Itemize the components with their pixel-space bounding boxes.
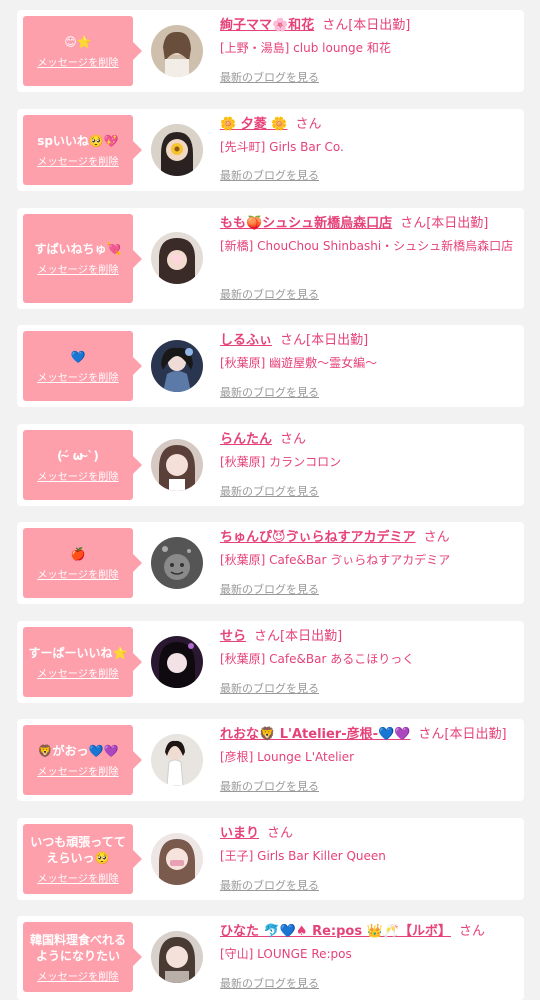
san-suffix: さん [423,530,450,545]
message-text: 🍎 [70,546,86,561]
list-item: spいいね🥺💖 メッセージを削除 🌼 夕菱 🌼 さん [先斗町] Girls Ba… [17,109,524,191]
delete-message-link[interactable]: メッセージを削除 [37,261,118,276]
avatar[interactable] [151,25,203,77]
blog-link[interactable]: 最新のブログを見る [220,975,319,991]
store-info: [先斗町] Girls Bar Co. [220,140,344,154]
message-text: 韓国料理食べれる ようになりたい [29,932,126,963]
attendance-status: [本日出勤] [444,727,507,742]
list-item: すーぱーいいね⭐ メッセージを削除 せら さん[本日出勤] [秋葉原] Cafe&… [17,621,524,703]
message-bubble: 🍎 メッセージを削除 [23,528,142,598]
message-text: 😊⭐ [64,34,92,49]
store-info: [秋葉原] カランコロン [220,455,342,469]
blog-link[interactable]: 最新のブログを見る [220,286,319,302]
message-text: spいいね🥺💖 [37,133,119,148]
message-text: すーぱーいいね⭐ [28,645,128,660]
san-suffix: さん [400,216,427,231]
avatar[interactable] [151,340,203,392]
cast-name-link[interactable]: 🌼 夕菱 🌼 [220,117,287,132]
message-bubble: spいいね🥺💖 メッセージを削除 [23,115,142,185]
cast-name-link[interactable]: せら [220,629,246,644]
list-item: すぱいねちゅ💘 メッセージを削除 もも🍑シュシュ新橋烏森口店 さん[本日出勤] [… [17,208,524,309]
store-info: [秋葉原] Cafe&Bar ゔぃらねすアカデミア [220,553,451,567]
san-suffix: さん [280,432,307,447]
message-list: 😊⭐ メッセージを削除 絢子ママ🌸和花 さん[本日出勤] [上野・湯島] club… [0,0,540,1000]
store-info: [上野・湯島] club lounge 和花 [220,41,391,55]
message-bubble: 😊⭐ メッセージを削除 [23,16,142,86]
avatar[interactable] [151,439,203,491]
list-item: 💙 メッセージを削除 しるふぃ さん[本日出勤] [秋葉原] 幽遊屋敷〜霊女編〜 … [17,325,524,407]
delete-message-link[interactable]: メッセージを削除 [37,153,118,168]
attendance-status: [本日出勤] [306,333,369,348]
store-info: [王子] Girls Bar Killer Queen [220,849,386,863]
message-text: 💙 [70,349,86,364]
message-bubble: (´̴ ω ̴`) メッセージを削除 [23,430,142,500]
cast-name-link[interactable]: ちゅんぴ😈ゔぃらねすアカデミア [220,530,416,545]
cast-name-link[interactable]: らんたん [220,432,272,447]
cast-name-link[interactable]: 絢子ママ🌸和花 [220,18,314,33]
store-info: [彦根] Lounge L'Atelier [220,750,355,764]
cast-name-link[interactable]: しるふぃ [220,333,272,348]
message-bubble: すーぱーいいね⭐ メッセージを削除 [23,627,142,697]
store-info: [秋葉原] 幽遊屋敷〜霊女編〜 [220,356,378,370]
blog-link[interactable]: 最新のブログを見る [220,680,319,696]
blog-link[interactable]: 最新のブログを見る [220,483,319,499]
san-suffix: さん [418,727,445,742]
san-suffix: さん [280,333,307,348]
cast-name-link[interactable]: いまり [220,826,259,841]
list-item: 韓国料理食べれる ようになりたい メッセージを削除 ひなた 🐬💙♠ Re:pos… [17,916,524,1000]
blog-link[interactable]: 最新のブログを見る [220,877,319,893]
message-text: 🦁がおっ💙💜 [37,743,119,758]
blog-link[interactable]: 最新のブログを見る [220,384,319,400]
san-suffix: さん [295,117,322,132]
san-suffix: さん [458,924,485,939]
delete-message-link[interactable]: メッセージを削除 [37,763,118,778]
store-info: [秋葉原] Cafe&Bar あるこほりっく [220,652,415,666]
message-bubble: すぱいねちゅ💘 メッセージを削除 [23,214,142,303]
avatar[interactable] [151,124,203,176]
avatar[interactable] [151,636,203,688]
attendance-status: [本日出勤] [280,629,343,644]
message-bubble: 💙 メッセージを削除 [23,331,142,401]
delete-message-link[interactable]: メッセージを削除 [37,566,118,581]
store-info: [守山] LOUNGE Re:pos [220,947,352,961]
san-suffix: さん [322,18,349,33]
avatar[interactable] [151,232,203,284]
avatar[interactable] [151,931,203,983]
message-text: いつも頑張ってて えらいっ🥺 [30,834,126,865]
message-bubble: いつも頑張ってて えらいっ🥺 メッセージを削除 [23,824,142,894]
blog-link[interactable]: 最新のブログを見る [220,69,319,85]
cast-name-link[interactable]: もも🍑シュシュ新橋烏森口店 [220,216,392,231]
avatar[interactable] [151,537,203,589]
delete-message-link[interactable]: メッセージを削除 [37,665,118,680]
message-text: すぱいねちゅ💘 [34,242,122,256]
delete-message-link[interactable]: メッセージを削除 [37,468,118,483]
list-item: 😊⭐ メッセージを削除 絢子ママ🌸和花 さん[本日出勤] [上野・湯島] club… [17,10,524,92]
cast-name-link[interactable]: ひなた 🐬💙♠ Re:pos 👑🥂【ルボ】 [220,924,451,939]
avatar[interactable] [151,833,203,885]
list-item: 🍎 メッセージを削除 ちゅんぴ😈ゔぃらねすアカデミア さん [秋葉原] Cafe&… [17,522,524,604]
message-text: (´̴ ω ̴`) [57,448,99,463]
blog-link[interactable]: 最新のブログを見る [220,778,319,794]
san-suffix: さん [254,629,281,644]
message-bubble: 🦁がおっ💙💜 メッセージを削除 [23,725,142,795]
attendance-status: [本日出勤] [348,18,411,33]
san-suffix: さん [267,826,294,841]
list-item: 🦁がおっ💙💜 メッセージを削除 れおな🦁 L'Atelier-彦根-💙💜 さん[本… [17,719,524,801]
message-bubble: 韓国料理食べれる ようになりたい メッセージを削除 [23,922,142,992]
store-info: [新橋] ChouChou Shinbashi・シュシュ新橋烏森口店 [220,239,514,253]
blog-link[interactable]: 最新のブログを見る [220,581,319,597]
attendance-status: [本日出勤] [426,216,489,231]
blog-link[interactable]: 最新のブログを見る [220,167,319,183]
list-item: (´̴ ω ̴`) メッセージを削除 らんたん さん [秋葉原] カランコロン 最… [17,424,524,506]
delete-message-link[interactable]: メッセージを削除 [37,369,118,384]
avatar[interactable] [151,734,203,786]
delete-message-link[interactable]: メッセージを削除 [37,870,118,885]
cast-name-link[interactable]: れおな🦁 L'Atelier-彦根-💙💜 [220,727,410,742]
delete-message-link[interactable]: メッセージを削除 [37,968,118,983]
list-item: いつも頑張ってて えらいっ🥺 メッセージを削除 いまり さん [王子] Girls… [17,818,524,900]
delete-message-link[interactable]: メッセージを削除 [37,54,118,69]
